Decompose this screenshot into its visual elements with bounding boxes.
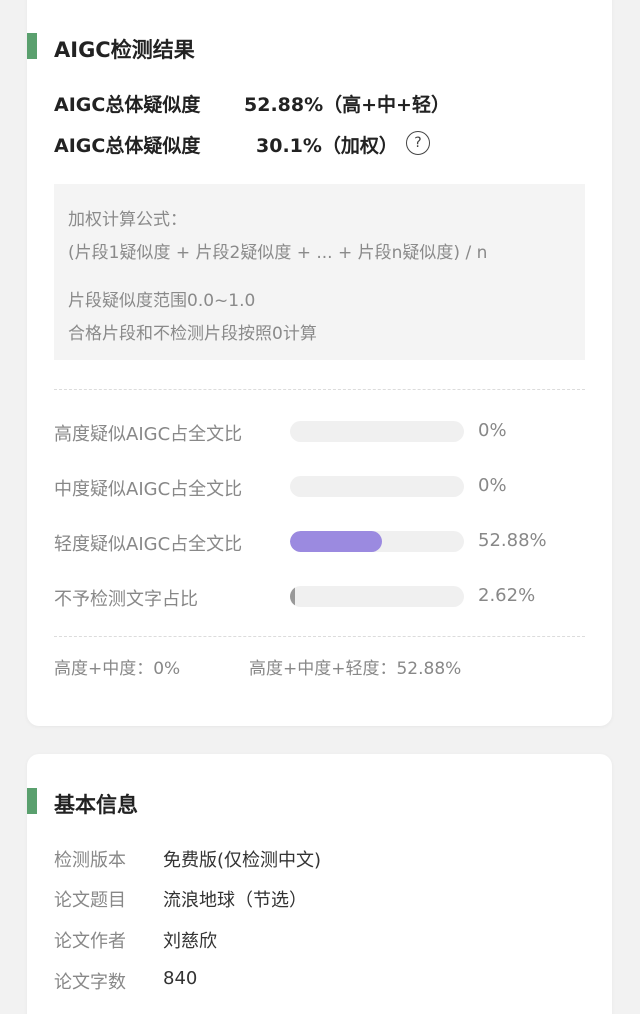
metric-label: AIGC总体疑似度 — [54, 94, 201, 116]
basic-info-card: 基本信息 检测版本 免费版(仅检测中文) 论文题目 流浪地球（节选） 论文作者 … — [27, 754, 612, 1014]
section-title-basic-info: 基本信息 — [54, 793, 138, 817]
ratio-bar-fill — [290, 531, 382, 552]
ratio-bar-track — [290, 421, 464, 442]
formula-note: 合格片段和不检测片段按照0计算 — [68, 324, 317, 344]
metric-weighted-suspicion: AIGC总体疑似度 30.1%（加权） ? — [54, 131, 430, 158]
info-label-author: 论文作者 — [54, 931, 126, 952]
ratio-bar-fill — [290, 586, 295, 607]
ratio-label: 轻度疑似AIGC占全文比 — [54, 534, 243, 555]
divider — [54, 636, 585, 637]
ratio-label: 不予检测文字占比 — [54, 589, 198, 610]
ratio-percent: 52.88% — [478, 530, 547, 551]
ratio-bar-track — [290, 476, 464, 497]
metric-label: AIGC总体疑似度 — [54, 135, 201, 157]
info-value-title: 流浪地球（节选） — [163, 890, 307, 911]
formula-range: 片段疑似度范围0.0~1.0 — [68, 291, 256, 311]
ratio-label: 高度疑似AIGC占全文比 — [54, 424, 243, 445]
question-circle-icon[interactable]: ? — [406, 131, 430, 155]
summary-high-mid: 高度+中度：0% — [54, 659, 181, 679]
info-value-word-count: 840 — [163, 968, 198, 989]
formula-title: 加权计算公式： — [68, 210, 187, 230]
info-label-word-count: 论文字数 — [54, 972, 126, 993]
info-label-title: 论文题目 — [54, 890, 126, 911]
aigc-result-card: AIGC检测结果 AIGC总体疑似度 52.88%（高+中+轻） AIGC总体疑… — [27, 0, 612, 726]
divider — [54, 389, 585, 390]
section-accent-bar — [27, 788, 37, 814]
ratio-bar-track — [290, 586, 464, 607]
section-title-aigc-result: AIGC检测结果 — [54, 38, 195, 62]
metric-overall-suspicion: AIGC总体疑似度 52.88%（高+中+轻） — [54, 90, 450, 117]
ratio-bar-track — [290, 531, 464, 552]
ratio-label: 中度疑似AIGC占全文比 — [54, 479, 243, 500]
ratio-percent: 0% — [478, 475, 507, 496]
formula-expression: (片段1疑似度 + 片段2疑似度 + ... + 片段n疑似度) / n — [68, 243, 488, 263]
info-label-version: 检测版本 — [54, 850, 126, 871]
metric-value: 52.88%（高+中+轻） — [244, 94, 450, 116]
info-value-version: 免费版(仅检测中文) — [163, 850, 322, 871]
ratio-percent: 2.62% — [478, 585, 536, 606]
section-accent-bar — [27, 33, 37, 59]
formula-box: 加权计算公式： (片段1疑似度 + 片段2疑似度 + ... + 片段n疑似度)… — [54, 184, 585, 360]
metric-value: 30.1%（加权） — [256, 135, 398, 157]
ratio-percent: 0% — [478, 420, 507, 441]
summary-high-mid-low: 高度+中度+轻度：52.88% — [249, 659, 462, 679]
info-value-author: 刘慈欣 — [163, 931, 217, 952]
